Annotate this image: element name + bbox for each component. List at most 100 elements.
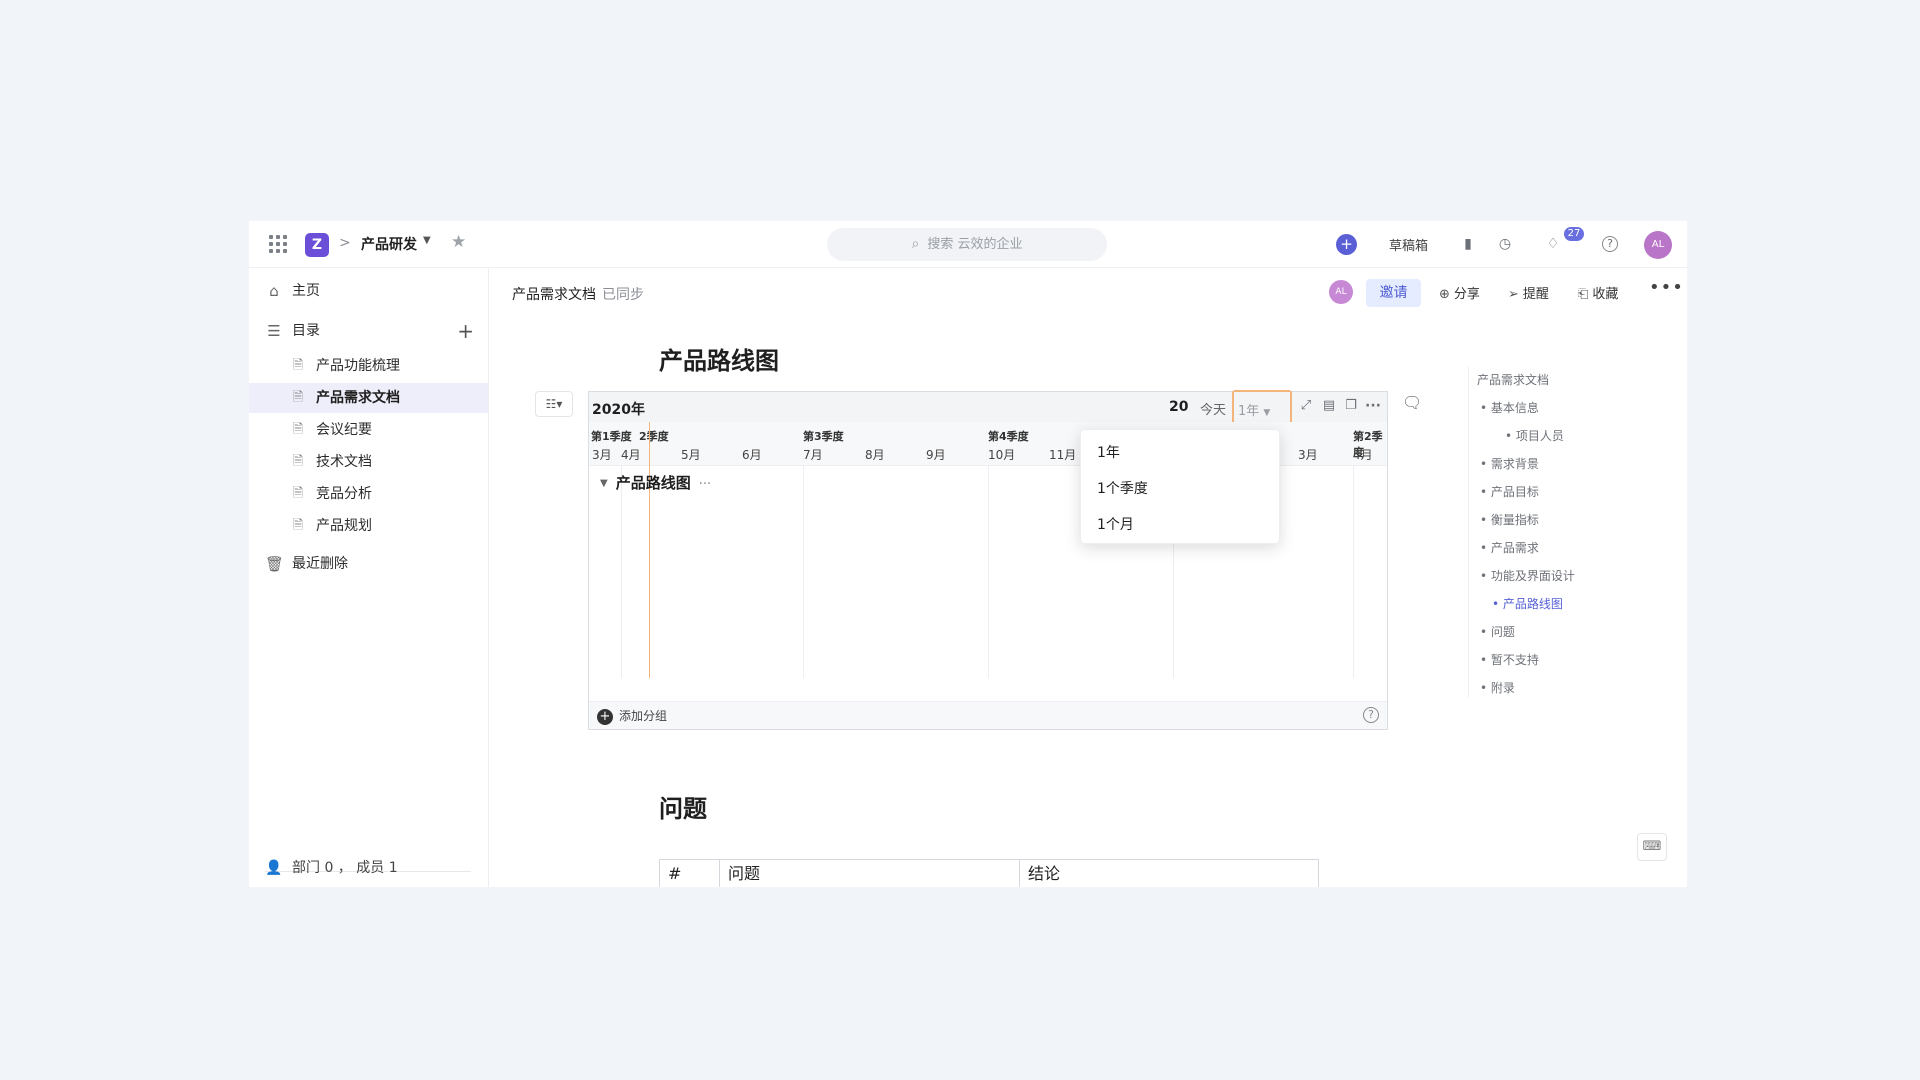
toc-item-label: 衡量指标 <box>1490 513 1539 527</box>
toc-item[interactable]: 产品需求文档 <box>1477 371 1549 388</box>
remind-button[interactable]: ➢ 提醒 <box>1508 283 1549 302</box>
add-group-label: 添加分组 <box>619 709 668 723</box>
copy-icon[interactable]: ❐ <box>1341 398 1361 416</box>
space-name[interactable]: 产品研发 <box>361 234 417 254</box>
time-scale-dropdown: 1年 1个季度 1个月 <box>1080 429 1280 544</box>
dropdown-option[interactable]: 1年 <box>1097 442 1120 462</box>
star-icon[interactable]: ★ <box>451 232 466 252</box>
toc-item[interactable]: • 功能及界面设计 <box>1480 567 1575 584</box>
sidebar-item-doc[interactable]: 🗎 竞品分析 <box>249 479 488 509</box>
sidebar-item-label: 产品规划 <box>316 518 372 534</box>
sidebar-item-trash[interactable]: 🗑 最近删除 <box>249 549 488 579</box>
create-plus-button[interactable]: + <box>1336 234 1357 255</box>
toc-item-label: 基本信息 <box>1490 401 1539 415</box>
chevron-down-icon[interactable]: ▼ <box>423 235 431 246</box>
month-label: 7月 <box>803 448 823 462</box>
sidebar-item-label: 主页 <box>292 283 320 299</box>
help-icon[interactable]: ? <box>1363 707 1379 723</box>
toc-item[interactable]: • 产品需求 <box>1480 539 1539 556</box>
group-title: 产品路线图 <box>615 474 691 492</box>
sidebar-item-doc[interactable]: 🗎 产品功能梳理 <box>249 351 488 381</box>
layout-icon[interactable]: ▤ <box>1319 398 1339 416</box>
quarter-label: 2季度 <box>639 430 669 443</box>
share-button[interactable]: ⊕ 分享 <box>1439 283 1480 302</box>
month-label: 9月 <box>926 448 946 462</box>
user-icon: 👤 <box>265 860 283 876</box>
drafts-button[interactable]: 草稿箱 <box>1389 235 1428 254</box>
sync-status: 已同步 <box>602 287 644 303</box>
send-icon: ➢ <box>1508 287 1519 302</box>
user-avatar[interactable]: AL <box>1644 231 1672 259</box>
clock-icon[interactable]: ◷ <box>1495 234 1515 254</box>
toc-item[interactable]: • 项目人员 <box>1505 427 1564 444</box>
toc-item-label: 附录 <box>1490 681 1515 695</box>
toc-item-label: 需求背景 <box>1490 457 1539 471</box>
toc-item-label: 产品需求 <box>1490 541 1539 555</box>
search-input[interactable]: ⌕ 搜索 云效的企业 <box>827 228 1107 261</box>
sidebar-item-catalog[interactable]: ☰ 目录 + <box>249 316 488 346</box>
toc-item-active[interactable]: • 产品路线图 <box>1492 595 1563 612</box>
sidebar-item-label: 目录 <box>292 323 320 339</box>
sidebar-item-label: 产品需求文档 <box>316 390 400 406</box>
toc-item[interactable]: • 问题 <box>1480 623 1515 640</box>
help-icon[interactable]: ? <box>1602 236 1618 252</box>
top-bar: Z > 产品研发 ▼ ★ ⌕ 搜索 云效的企业 + 草稿箱 ▮ ◷ ♢ 27 ? … <box>249 221 1687 268</box>
section-title: 问题 <box>659 795 707 823</box>
dropdown-option[interactable]: 1个季度 <box>1097 478 1148 498</box>
add-doc-button[interactable]: + <box>457 316 474 346</box>
search-icon: ⌕ <box>911 236 920 252</box>
toc-item-label: 产品目标 <box>1490 485 1539 499</box>
share-label: 分享 <box>1453 287 1480 302</box>
doc-title: 产品需求文档 <box>512 287 596 303</box>
comment-icon[interactable]: 🗨 <box>1402 393 1422 412</box>
more-icon[interactable]: ••• <box>1649 277 1684 298</box>
apps-grid-icon[interactable] <box>269 235 287 253</box>
bookmark-icon[interactable]: ▮ <box>1458 234 1478 254</box>
toc-item[interactable]: • 衡量指标 <box>1480 511 1539 528</box>
keyboard-icon[interactable]: ⌨ <box>1637 833 1667 861</box>
sidebar-item-doc[interactable]: 🗎 产品规划 <box>249 511 488 541</box>
toc-item-label: 产品路线图 <box>1502 597 1563 611</box>
toc-item[interactable]: • 附录 <box>1480 679 1515 696</box>
table-header-cell: 结论 <box>1028 864 1061 883</box>
doc-header: 产品需求文档 已同步 <box>512 284 644 304</box>
favorite-label: 收藏 <box>1592 287 1619 302</box>
org-members-label: 部门 0 ， 成员 1 <box>292 860 398 876</box>
sidebar-item-doc[interactable]: 🗎 会议纪要 <box>249 415 488 445</box>
view-toggle-button[interactable]: ☷▾ <box>535 391 573 417</box>
quarter-label: 第3季度 <box>803 430 844 443</box>
add-group-button[interactable]: + 添加分组 <box>597 707 667 725</box>
month-label: 5月 <box>681 448 701 462</box>
document-icon: 🗎 <box>292 422 304 437</box>
toc-item[interactable]: • 基本信息 <box>1480 399 1539 416</box>
sidebar-item-home[interactable]: ⌂ 主页 <box>249 276 488 306</box>
app-logo-icon[interactable]: Z <box>305 233 329 257</box>
home-icon: ⌂ <box>269 282 279 300</box>
fullscreen-icon[interactable]: ⤢ <box>1296 398 1316 416</box>
invite-button[interactable]: 邀请 <box>1366 279 1421 307</box>
toc-item[interactable]: • 需求背景 <box>1480 455 1539 472</box>
toc-item[interactable]: • 产品目标 <box>1480 483 1539 500</box>
bell-icon[interactable]: ♢ <box>1543 234 1563 254</box>
more-icon[interactable]: ··· <box>699 477 711 492</box>
chevron-down-icon[interactable]: ▼ <box>600 478 608 489</box>
breadcrumb-separator: > <box>339 235 351 251</box>
section-title: 产品路线图 <box>659 347 779 375</box>
sidebar-item-doc[interactable]: 🗎 产品需求文档 <box>249 383 488 413</box>
time-scale-value: 1年 <box>1238 404 1260 419</box>
toc-item[interactable]: • 暂不支持 <box>1480 651 1539 668</box>
grid-line <box>1353 466 1354 678</box>
org-members[interactable]: 👤 部门 0 ， 成员 1 <box>249 853 488 883</box>
roadmap-group[interactable]: ▼ 产品路线图 ··· <box>600 472 711 493</box>
collaborator-avatar[interactable]: AL <box>1329 280 1353 304</box>
more-icon[interactable]: ··· <box>1363 398 1383 416</box>
roadmap-year-right: 20 <box>1169 399 1189 415</box>
month-label: 10月 <box>988 448 1016 462</box>
sidebar-item-doc[interactable]: 🗎 技术文档 <box>249 447 488 477</box>
toc-item-label: 功能及界面设计 <box>1490 569 1575 583</box>
today-button[interactable]: 今天 <box>1200 399 1226 418</box>
month-label: 6月 <box>742 448 762 462</box>
toc-item-label: 暂不支持 <box>1490 653 1539 667</box>
favorite-button[interactable]: ⎗ 收藏 <box>1578 283 1618 302</box>
dropdown-option[interactable]: 1个月 <box>1097 514 1134 534</box>
